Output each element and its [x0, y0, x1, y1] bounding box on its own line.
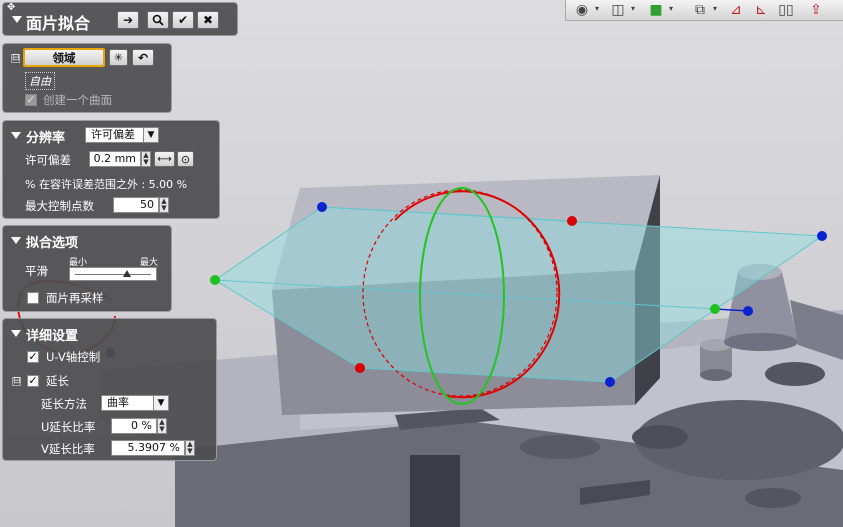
v-ratio-label: V延长比率 [41, 442, 95, 456]
resample-checkbox[interactable] [27, 292, 39, 304]
create-one-surface-label: 创建一个曲面 [43, 93, 112, 107]
u-ratio-spinner[interactable]: ▲ ▼ [157, 418, 167, 434]
u-ratio-input[interactable]: 0 % [111, 418, 157, 434]
split-icon[interactable]: ▯▯ [776, 1, 796, 19]
mirror-icon[interactable]: ⊾ [751, 1, 771, 19]
max-control-points-input[interactable]: 50 [113, 197, 159, 213]
control-point[interactable] [710, 304, 720, 314]
collapse-triangle-icon[interactable] [12, 16, 22, 23]
tolerance-input[interactable]: 0.2 mm [89, 151, 141, 167]
flip-icon[interactable]: ⊿ [726, 1, 746, 19]
undo-icon: ↶ [137, 50, 149, 65]
max-control-points-label: 最大控制点数 [25, 199, 94, 213]
resolution-panel: 分辨率 许可偏差 ▼ 许可偏差 0.2 mm ▲ ▼ ⟷ ⊙ % 在容许误差范围之… [2, 120, 220, 219]
extend-method-value: 曲率 [107, 396, 129, 409]
gauge-icon: ⊙ [180, 152, 191, 166]
extend-label: 延长 [46, 374, 69, 388]
chevron-down-icon[interactable]: ▾ [631, 4, 635, 13]
page-title: 面片拟合 [26, 14, 91, 33]
slider-thumb[interactable] [122, 270, 131, 277]
section-icon[interactable]: ⧉ [690, 1, 710, 19]
dropdown-arrow-icon: ▼ [143, 128, 158, 142]
extend-checkbox[interactable]: ✓ [27, 375, 39, 387]
chevron-down-icon[interactable]: ▾ [669, 4, 673, 13]
control-point[interactable] [317, 202, 327, 212]
control-point[interactable] [355, 363, 365, 373]
measure-icon: ⟷ [157, 153, 172, 165]
control-point[interactable] [817, 231, 827, 241]
v-ratio-input[interactable]: 5.3907 % [111, 440, 185, 456]
control-point[interactable] [605, 377, 615, 387]
dropdown-arrow-icon: ▼ [153, 396, 168, 410]
region-button[interactable]: 领域 [23, 48, 105, 67]
color-map-icon[interactable]: ■ [646, 1, 666, 19]
region-panel: ⊟ 领域 ✳ ↶ 自由 ✓ 创建一个曲面 [2, 43, 172, 113]
collapse-triangle-icon[interactable] [11, 132, 21, 139]
fit-options-panel: 拟合选项 平滑 最小 最大 面片再采样 [2, 225, 172, 312]
create-one-surface-checkbox: ✓ [25, 93, 37, 106]
uv-control-label: U-V轴控制 [46, 350, 101, 364]
preview-button[interactable] [147, 11, 169, 29]
control-point[interactable] [743, 306, 753, 316]
control-point[interactable] [567, 216, 577, 226]
resolution-header: 分辨率 [26, 131, 66, 146]
measure-button[interactable]: ⟷ [154, 151, 175, 167]
v-ratio-spinner[interactable]: ▲ ▼ [185, 440, 195, 456]
resolution-mode-select[interactable]: 许可偏差 ▼ [85, 127, 159, 143]
uv-control-checkbox[interactable]: ✓ [27, 351, 39, 363]
smooth-slider[interactable] [69, 267, 157, 281]
fit-options-header: 拟合选项 [26, 236, 79, 251]
tolerance-label: 许可偏差 [25, 153, 71, 167]
chevron-down-icon[interactable]: ▾ [713, 4, 717, 13]
smooth-label: 平滑 [25, 264, 48, 278]
collapse-triangle-icon[interactable] [11, 330, 21, 337]
extend-method-select[interactable]: 曲率 ▼ [101, 395, 169, 411]
extend-method-label: 延长方法 [41, 397, 87, 411]
view-style-icon[interactable]: ◉ [572, 1, 592, 19]
free-selection-label[interactable]: 自由 [25, 72, 55, 90]
ok-button[interactable]: ✔ [172, 11, 194, 29]
gauge-button[interactable]: ⊙ [177, 151, 194, 167]
max-control-points-spinner[interactable]: ▲ ▼ [159, 197, 169, 213]
collapse-triangle-icon[interactable] [11, 237, 21, 244]
search-icon [152, 14, 164, 26]
tolerance-spinner[interactable]: ▲ ▼ [141, 151, 151, 167]
control-point[interactable] [210, 275, 220, 285]
resolution-mode-value: 许可偏差 [91, 128, 135, 141]
resample-label: 面片再采样 [46, 291, 104, 305]
pin-icon[interactable]: ✥ [7, 2, 15, 13]
undo-button[interactable]: ↶ [132, 49, 154, 66]
collapse-box-icon[interactable]: ⊟ [12, 377, 21, 386]
auto-select-button[interactable]: ✳ [109, 49, 128, 66]
outside-tolerance-text: % 在容许误差范围之外 : 5.00 % [25, 178, 188, 191]
slider-track [75, 274, 151, 275]
collapse-box-icon[interactable]: ⊟ [11, 54, 20, 63]
chevron-down-icon[interactable]: ▾ [595, 4, 599, 13]
box-icon[interactable]: ◫ [608, 1, 628, 19]
view-toolbar: ◉ ▾ ◫ ▾ ■ ▾ ⧉ ▾ ⊿ ⊾ ▯▯ ⇪ [565, 0, 843, 21]
export-icon[interactable]: ⇪ [806, 1, 826, 19]
detail-settings-panel: 详细设置 ✓ U-V轴控制 ⊟ ✓ 延长 延长方法 曲率 ▼ U延长比率 0 %… [2, 318, 217, 461]
u-ratio-label: U延长比率 [41, 420, 96, 434]
next-button[interactable]: ➔ [117, 11, 139, 29]
cancel-button[interactable]: ✖ [197, 11, 219, 29]
sparkle-icon: ✳ [113, 51, 124, 64]
detail-settings-header: 详细设置 [26, 329, 79, 344]
title-panel: ✥ 面片拟合 ➔ ✔ ✖ [2, 2, 238, 36]
